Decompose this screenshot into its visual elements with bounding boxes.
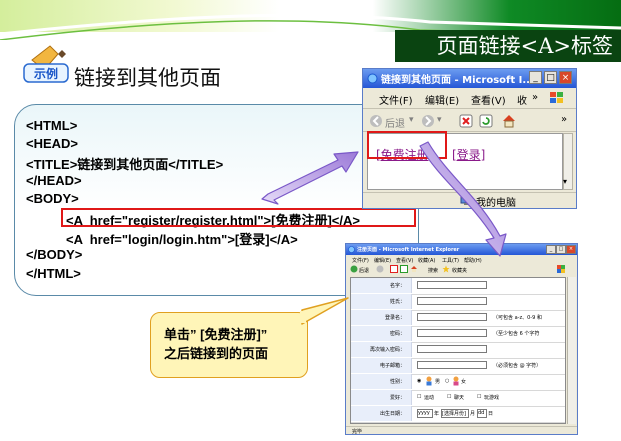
curved-arrow xyxy=(419,141,507,257)
annotation-arrows xyxy=(261,141,507,257)
double-arrow xyxy=(261,151,359,205)
